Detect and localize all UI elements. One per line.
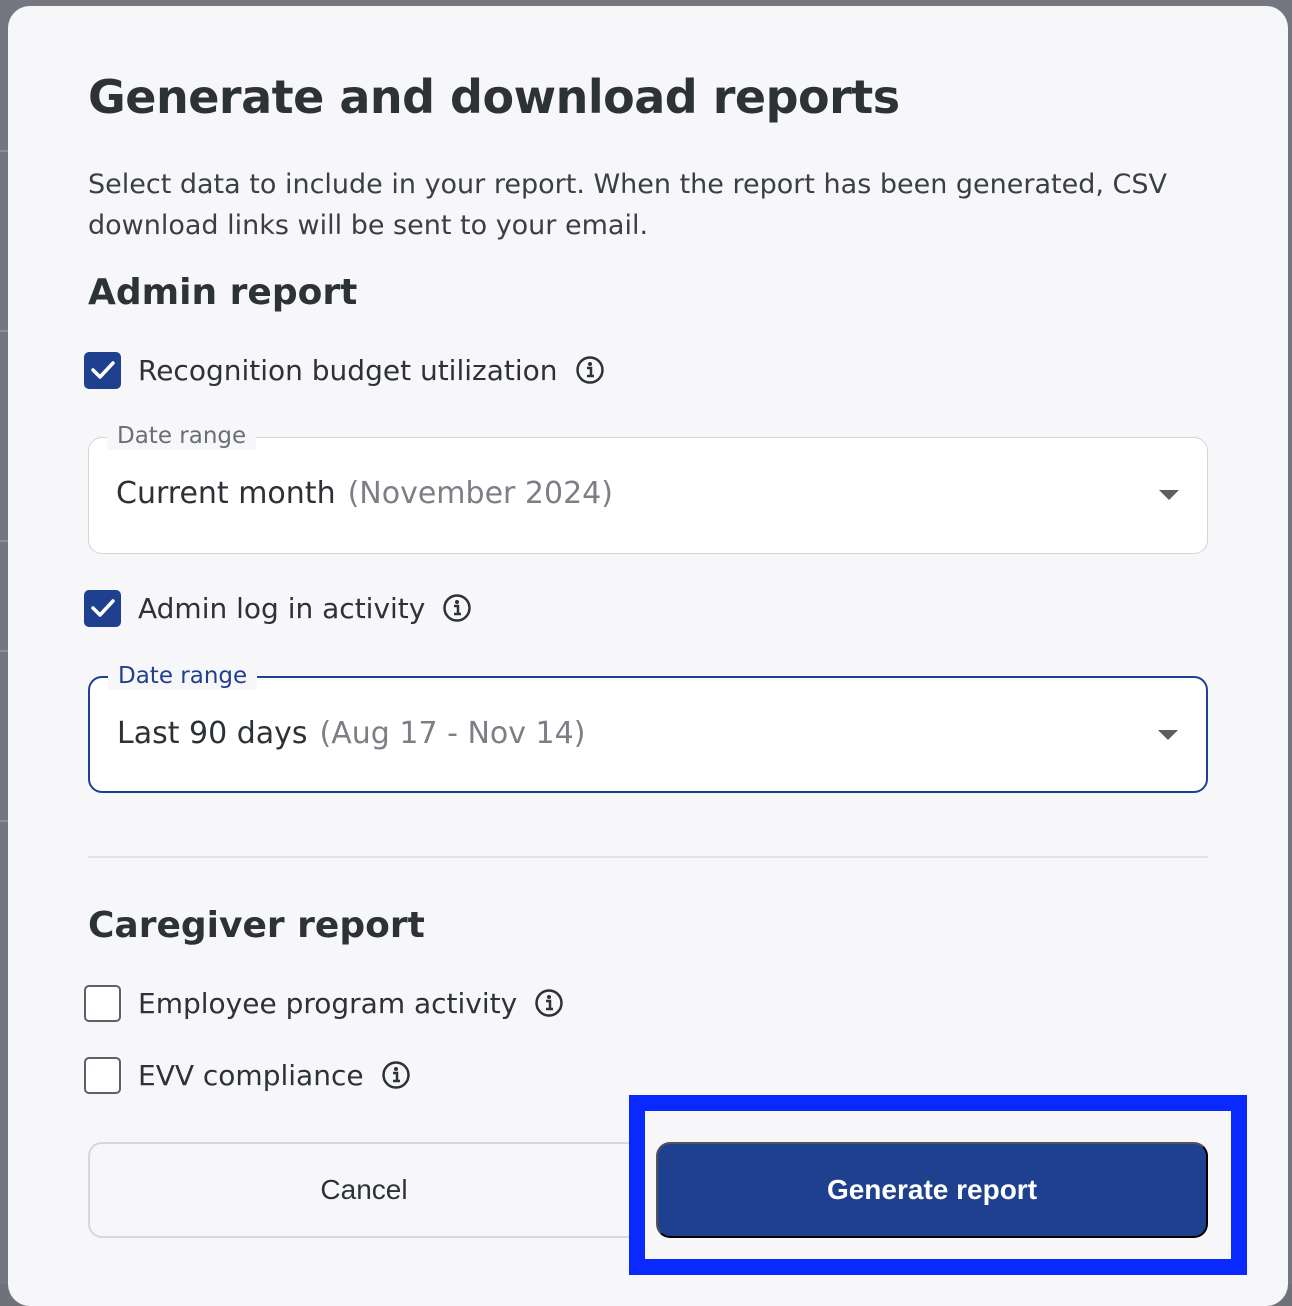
date-range-selected-value: Current month (November 2024) — [116, 476, 613, 511]
date-range-value: Last 90 days — [117, 716, 308, 751]
generate-report-button[interactable]: Generate report — [656, 1142, 1208, 1238]
cancel-button[interactable]: Cancel — [88, 1142, 640, 1238]
admin-login-activity-checkbox-row[interactable]: Admin log in activity — [84, 589, 472, 627]
caret-down-icon[interactable] — [1158, 730, 1178, 740]
employee-program-activity-label: Employee program activity — [138, 986, 518, 1020]
info-icon[interactable] — [575, 355, 605, 385]
date-range-legend: Date range — [107, 422, 257, 450]
employee-program-activity-checkbox[interactable] — [84, 984, 121, 1022]
dialog-title: Generate and download reports — [88, 70, 900, 124]
admin-login-activity-checkbox[interactable] — [84, 589, 121, 627]
recognition-budget-label: Recognition budget utilization — [138, 353, 558, 387]
recognition-budget-checkbox-row[interactable]: Recognition budget utilization — [84, 351, 605, 389]
recognition-budget-date-range-select[interactable]: Date range Current month (November 2024) — [88, 422, 1208, 554]
date-range-selected-value: Last 90 days (Aug 17 - Nov 14) — [117, 716, 585, 751]
date-range-value: Current month — [116, 476, 336, 511]
info-icon[interactable] — [381, 1060, 411, 1090]
check-icon — [90, 361, 115, 379]
caret-down-icon[interactable] — [1159, 490, 1179, 500]
evv-compliance-checkbox-row[interactable]: EVV compliance — [84, 1056, 411, 1094]
check-icon — [90, 599, 115, 617]
date-range-hint: (November 2024) — [347, 476, 613, 511]
info-icon[interactable] — [442, 593, 472, 623]
caregiver-report-heading: Caregiver report — [88, 905, 425, 946]
recognition-budget-checkbox[interactable] — [84, 351, 121, 389]
admin-report-heading: Admin report — [88, 272, 358, 313]
date-range-hint: (Aug 17 - Nov 14) — [319, 716, 586, 751]
evv-compliance-checkbox[interactable] — [84, 1056, 121, 1094]
admin-login-date-range-select[interactable]: Date range Last 90 days (Aug 17 - Nov 14) — [88, 662, 1208, 793]
date-range-legend: Date range — [108, 662, 258, 690]
dialog-description: Select data to include in your report. W… — [88, 169, 1167, 241]
info-icon[interactable] — [534, 988, 564, 1018]
section-divider — [88, 856, 1208, 858]
evv-compliance-label: EVV compliance — [138, 1058, 364, 1092]
admin-login-activity-label: Admin log in activity — [138, 591, 426, 625]
employee-program-activity-checkbox-row[interactable]: Employee program activity — [84, 984, 564, 1022]
